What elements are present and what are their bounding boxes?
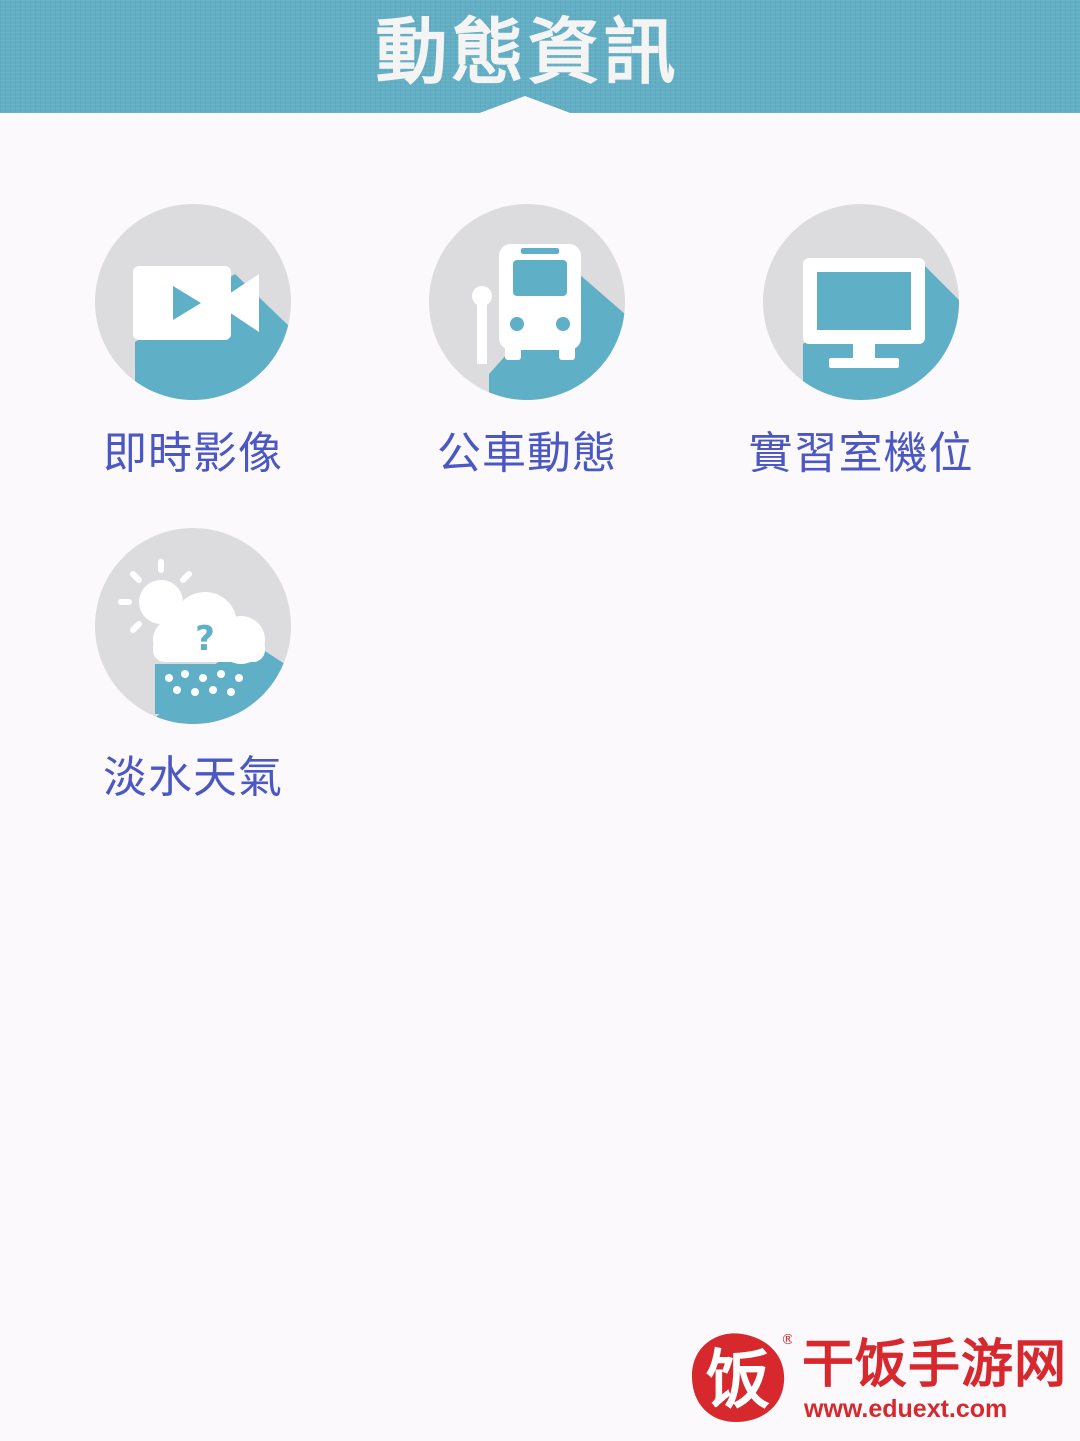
header-notch [477,96,573,114]
watermark-url: www.eduext.com [804,1395,1008,1423]
watermark-glyph: 饭 [706,1344,770,1418]
menu-item-label: 公車動態 [437,428,617,479]
video-camera-icon [95,204,291,400]
watermark-logo: 饭 ® [692,1332,792,1422]
registered-mark: ® [781,1332,792,1348]
menu-item-bus-status[interactable]: 公車動態 [377,204,677,504]
watermark: 饭 ® 干饭手游网 www.eduext.com [684,1326,1068,1426]
menu-item-label: 淡水天氣 [103,752,283,803]
menu-item-label: 即時影像 [103,428,283,479]
menu-item-label: 實習室機位 [748,428,974,479]
menu-item-live-video[interactable]: 即時影像 [43,204,343,504]
watermark-name: 干饭手游网 [802,1335,1068,1395]
svg-text:?: ? [195,619,215,659]
menu-item-lab-seats[interactable]: 實習室機位 [711,204,1011,504]
page-title: 動態資訊 [375,10,680,94]
menu-item-weather[interactable]: ? 淡水天氣 [43,528,343,828]
header-bar: 動態資訊 [0,0,1080,114]
monitor-icon [763,204,959,400]
weather-icon: ? [95,528,291,724]
bus-icon [429,204,625,400]
